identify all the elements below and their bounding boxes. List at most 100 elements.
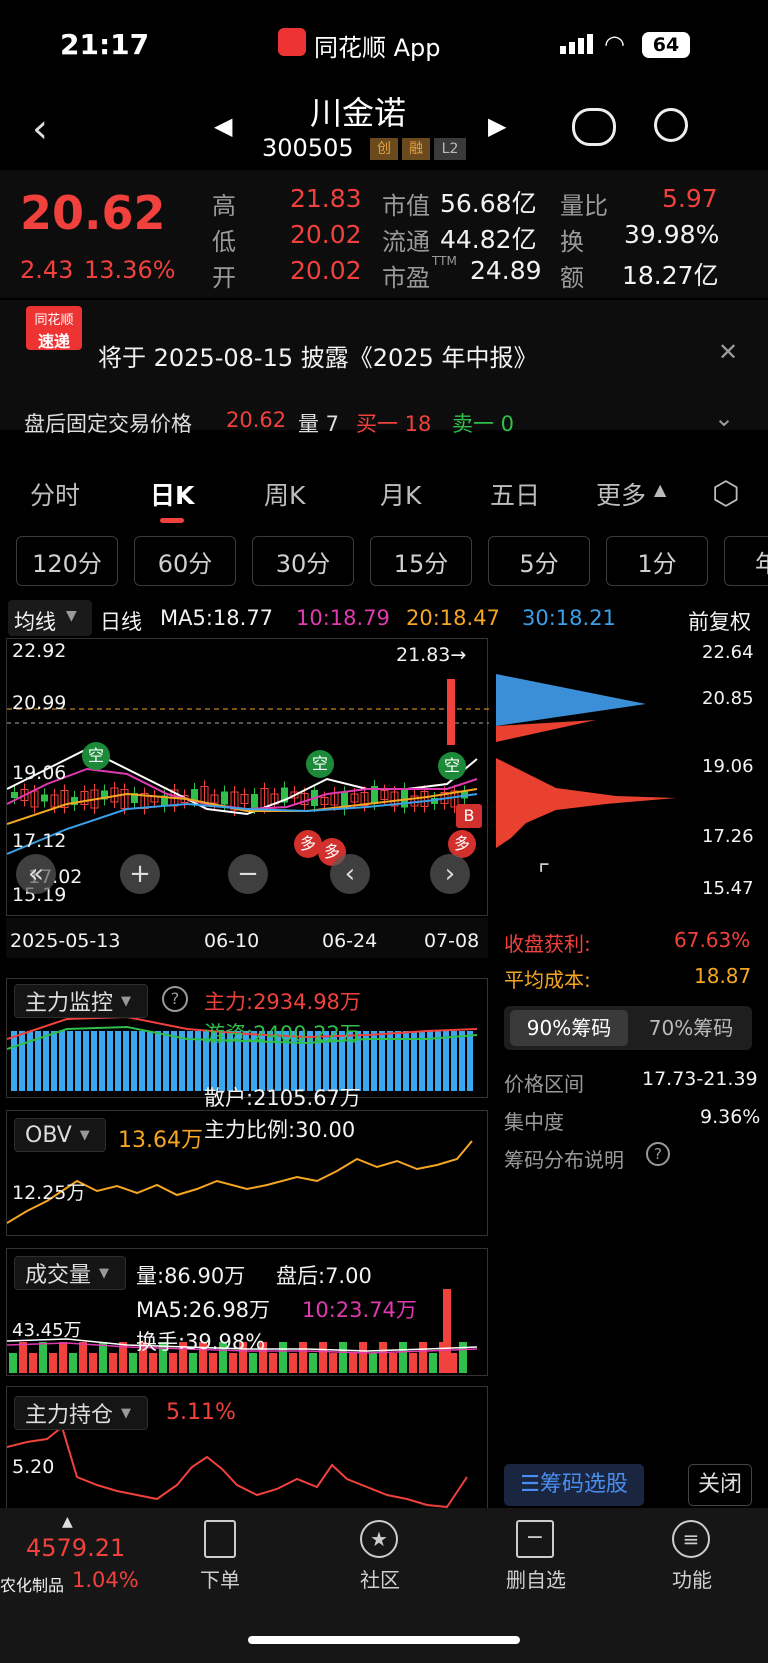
after-hours-volume: 量 7: [298, 412, 340, 436]
period-120[interactable]: 120分: [16, 536, 118, 586]
tab-monthly-k[interactable]: 月K: [380, 476, 421, 512]
retail-value: 散户:2105.67万: [204, 1086, 361, 1110]
main-force-bar: [43, 1031, 49, 1091]
kline-y-2: 20.99: [12, 692, 67, 714]
back-icon[interactable]: ‹: [32, 106, 48, 152]
zoom-in-icon[interactable]: +: [120, 854, 160, 894]
cost-label: 平均成本:: [504, 968, 591, 992]
tab-weekly-k[interactable]: 周K: [264, 476, 305, 512]
candle-body: [251, 794, 258, 808]
volume-bar: [269, 1353, 277, 1373]
main-force-bar: [75, 1031, 81, 1091]
ma-type: 日线: [100, 610, 142, 634]
open-label: 开: [212, 264, 236, 292]
tab-daily-k[interactable]: 日K: [150, 476, 194, 512]
volume-bar: [59, 1342, 67, 1373]
candle-body: [401, 788, 408, 808]
index-value[interactable]: 4579.21: [26, 1534, 125, 1562]
wifi-icon: ◠: [604, 30, 625, 58]
ma10-value: 10:18.79: [296, 606, 390, 630]
battery-icon: 64: [642, 32, 690, 58]
volume-name: 成交量: [25, 1263, 92, 1288]
community-icon[interactable]: ★: [360, 1520, 398, 1558]
help-icon[interactable]: ?: [646, 1142, 670, 1166]
status-time: 21:17: [60, 28, 150, 61]
main-force-select[interactable]: 主力监控 ▼: [14, 984, 148, 1018]
zoom-out-icon[interactable]: −: [228, 854, 268, 894]
main-force-value: 主力:2934.98万: [204, 990, 361, 1014]
menu-icon[interactable]: ≡: [672, 1520, 710, 1558]
mcap-label: 市值: [382, 192, 430, 220]
chip-select-button[interactable]: ☰筹码选股: [504, 1464, 644, 1506]
volume-after-hours: 盘后:7.00: [276, 1264, 372, 1288]
robot-icon[interactable]: [572, 108, 616, 146]
ma-select-label: 均线: [14, 610, 56, 634]
chip-explain-link[interactable]: 筹码分布说明: [504, 1144, 624, 1173]
tag-rong: 融: [402, 138, 430, 160]
index-pct: 1.04%: [72, 1568, 139, 1592]
chip-axis-1: 22.64: [702, 642, 754, 663]
search-icon[interactable]: [654, 108, 688, 142]
period-30[interactable]: 30分: [252, 536, 354, 586]
chip-tab-90[interactable]: 90%筹码: [510, 1010, 628, 1046]
main-force-bar: [123, 1031, 129, 1091]
holding-axis: 5.20: [12, 1456, 55, 1478]
volume-bar: [339, 1342, 347, 1373]
period-year[interactable]: 年: [724, 536, 768, 586]
chip-tab-70[interactable]: 70%筹码: [636, 1010, 746, 1046]
nav-function[interactable]: 功能: [642, 1564, 742, 1593]
expand-icon[interactable]: ⌜: [538, 860, 550, 890]
nav-community[interactable]: 社区: [330, 1564, 430, 1593]
collapse-left-icon[interactable]: «: [16, 854, 56, 894]
volume-bar: [359, 1342, 367, 1373]
tab-five-day[interactable]: 五日: [490, 476, 540, 512]
candle-body: [41, 794, 48, 802]
news-text[interactable]: 将于 2025-08-15 披露《2025 年中报》: [98, 338, 537, 373]
nav-remove-watchlist[interactable]: 删自选: [486, 1564, 586, 1593]
date-3: 06-24: [322, 930, 378, 952]
kline-high-marker: 21.83→: [396, 644, 467, 666]
scroll-right-icon[interactable]: ›: [430, 854, 470, 894]
holding-select[interactable]: 主力持仓 ▼: [14, 1396, 148, 1430]
close-news-icon[interactable]: ✕: [718, 338, 738, 366]
volume-bar: [89, 1353, 97, 1373]
signal-short-1: 空: [82, 742, 110, 770]
chip-close-button[interactable]: 关闭: [688, 1464, 752, 1506]
order-icon[interactable]: [204, 1520, 236, 1558]
app-logo-icon: [278, 28, 306, 56]
volume-bar: [379, 1342, 387, 1373]
tag-chuang: 创: [370, 138, 398, 160]
obv-select[interactable]: OBV ▼: [14, 1118, 106, 1152]
tab-more[interactable]: 更多: [596, 476, 646, 512]
price-change: 2.43: [20, 256, 74, 284]
adjust-mode[interactable]: 前复权: [688, 606, 751, 636]
main-force-help-icon[interactable]: ?: [162, 986, 188, 1012]
main-force-bar: [19, 1031, 25, 1091]
main-force-bar: [435, 1031, 441, 1091]
main-force-bar: [99, 1031, 105, 1091]
period-60[interactable]: 60分: [134, 536, 236, 586]
settings-hex-icon[interactable]: ⬡: [712, 474, 740, 512]
index-up-icon: ▲: [62, 1514, 73, 1530]
main-force-bar: [171, 1031, 177, 1091]
chevron-down-icon[interactable]: ⌄: [714, 404, 734, 432]
scroll-left-icon[interactable]: ‹: [330, 854, 370, 894]
remove-watchlist-icon[interactable]: −: [516, 1520, 554, 1558]
tab-intraday[interactable]: 分时: [30, 476, 80, 512]
open-value: 20.02: [290, 256, 362, 285]
volume-select[interactable]: 成交量 ▼: [14, 1256, 126, 1290]
chip-distribution[interactable]: [496, 638, 766, 916]
date-1: 2025-05-13: [10, 930, 121, 952]
ma30-value: 30:18.21: [522, 606, 616, 630]
main-force-caret-icon: ▼: [121, 993, 132, 1009]
float-value: 44.82亿: [440, 225, 537, 254]
period-1[interactable]: 1分: [606, 536, 708, 586]
period-5[interactable]: 5分: [488, 536, 590, 586]
nav-order[interactable]: 下单: [170, 1564, 270, 1593]
prev-stock-icon[interactable]: ◀: [214, 112, 232, 140]
period-15[interactable]: 15分: [370, 536, 472, 586]
volume-bar: [443, 1289, 451, 1373]
high-label: 高: [212, 192, 236, 220]
next-stock-icon[interactable]: ▶: [488, 112, 506, 140]
tab-underline: [160, 518, 184, 523]
